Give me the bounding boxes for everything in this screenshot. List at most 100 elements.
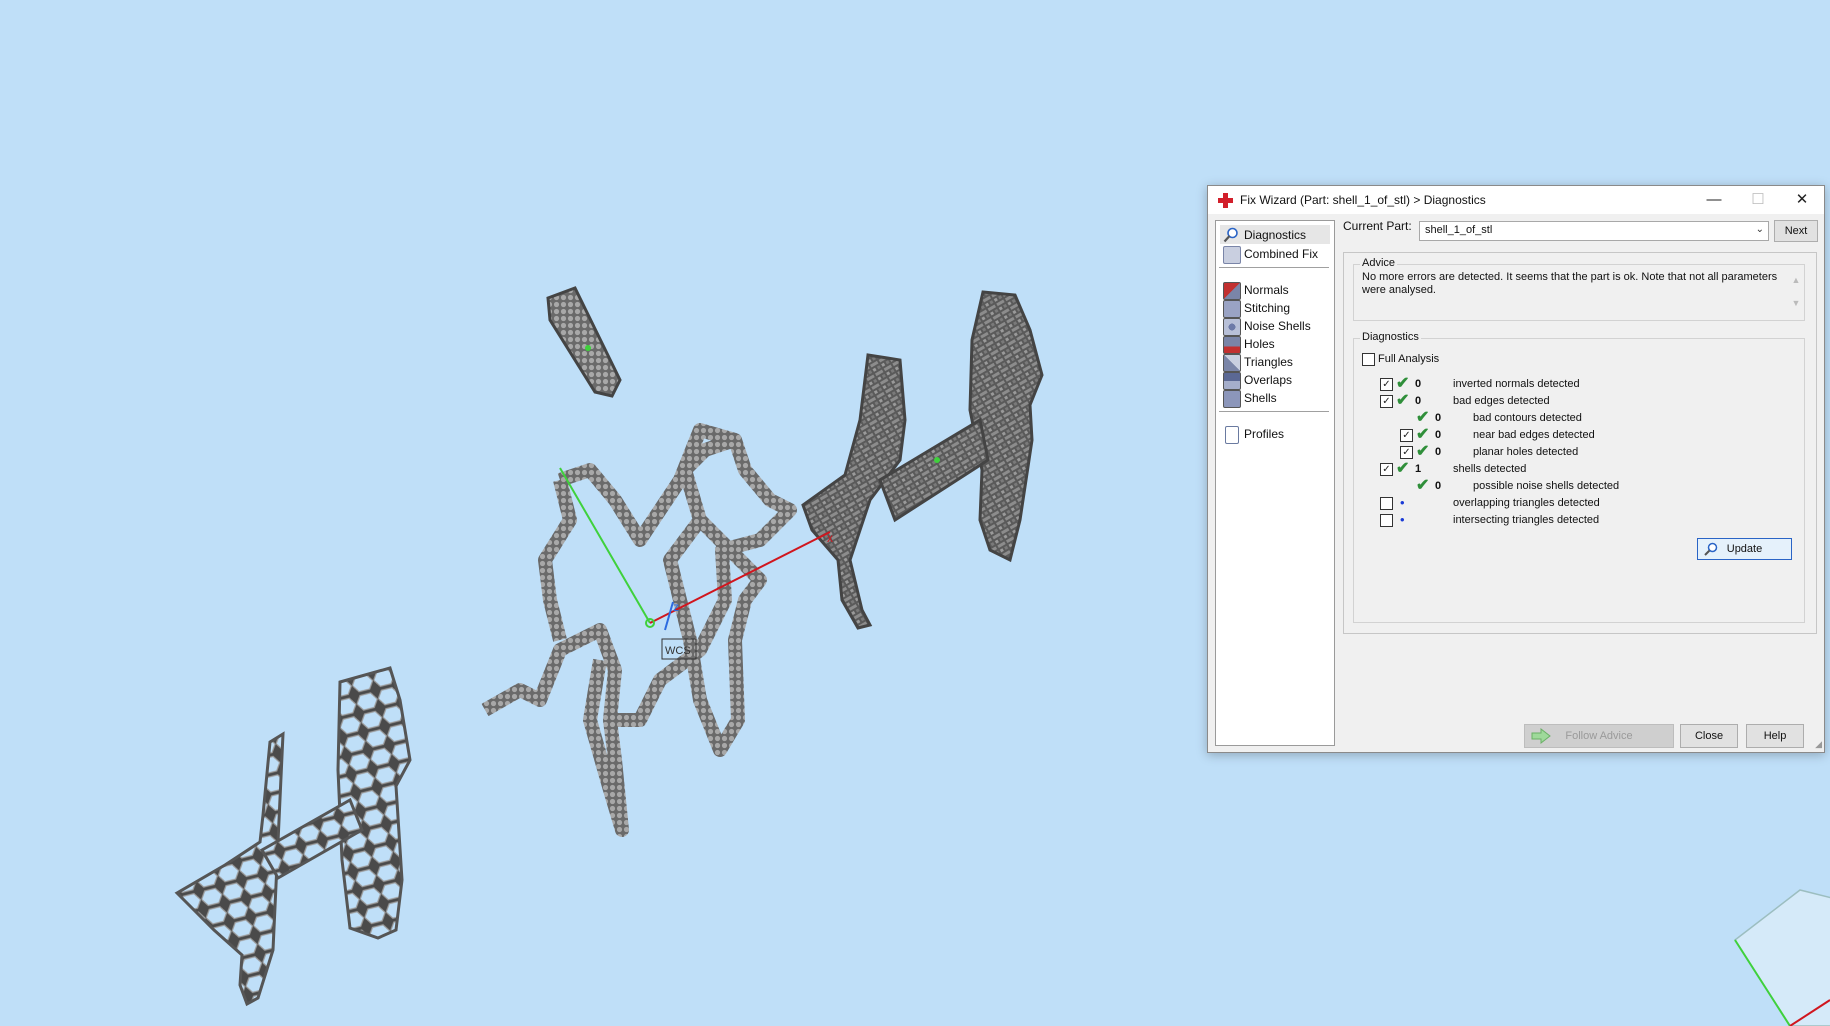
diag-row-bad-edges: ✓ ✔ 0 bad edges detected [1380, 392, 1800, 410]
diag-row-shells: ✓ ✔ 1 shells detected [1380, 460, 1800, 478]
arrow-right-icon [1531, 728, 1551, 744]
row-label: planar holes detected [1473, 446, 1579, 458]
diagnostics-title: Diagnostics [1360, 331, 1421, 343]
row-label: near bad edges detected [1473, 429, 1595, 441]
row-count: 0 [1435, 480, 1442, 492]
full-analysis-label: Full Analysis [1378, 353, 1440, 365]
next-button[interactable]: Next [1774, 220, 1818, 242]
ring-part[interactable] [546, 286, 622, 398]
diag-row-noise-shells: ✔ 0 possible noise shells detected [1380, 477, 1800, 495]
update-label: Update [1726, 543, 1763, 555]
row-checkbox[interactable] [1380, 497, 1393, 510]
nav-item-noise-shells[interactable]: Noise Shells [1220, 316, 1330, 336]
checkmark-icon: ✔ [1396, 460, 1410, 477]
row-label: shells detected [1453, 463, 1527, 475]
fix-wizard-dialog: Fix Wizard (Part: shell_1_of_stl) > Diag… [1207, 185, 1825, 753]
update-button[interactable]: Update [1697, 538, 1792, 560]
nav-item-holes[interactable]: Holes [1220, 334, 1330, 354]
row-count: 0 [1415, 395, 1422, 407]
wizard-nav: Diagnostics Combined Fix Normals Stitchi… [1215, 220, 1335, 746]
row-label: bad edges detected [1453, 395, 1550, 407]
follow-advice-label: Follow Advice [1565, 730, 1633, 742]
row-label: bad contours detected [1473, 412, 1582, 424]
nav-item-diagnostics[interactable]: Diagnostics [1220, 225, 1330, 244]
advice-scrollbar[interactable]: ▲ ▼ [1790, 269, 1802, 315]
diag-row-planar-holes: ✓ ✔ 0 planar holes detected [1380, 443, 1800, 461]
nav-label: Overlaps [1244, 373, 1293, 387]
current-part-select[interactable]: shell_1_of_stl ⌄ [1419, 221, 1769, 241]
diagnostics-group: Diagnostics Full Analysis ✓ ✔ 0 inverted… [1353, 331, 1805, 623]
nav-label: Normals [1244, 283, 1289, 297]
row-checkbox[interactable]: ✓ [1380, 378, 1393, 391]
magnifier-icon [1223, 227, 1239, 243]
nav-label: Shells [1244, 391, 1277, 405]
nav-label: Profiles [1244, 427, 1285, 441]
resize-grip-icon[interactable]: ◢ [1815, 739, 1822, 750]
help-button[interactable]: Help [1746, 724, 1804, 748]
close-window-button[interactable]: ✕ [1780, 186, 1824, 214]
row-label: inverted normals detected [1453, 378, 1580, 390]
row-label: overlapping triangles detected [1453, 497, 1600, 509]
diag-row-bad-contours: ✔ 0 bad contours detected [1380, 409, 1800, 427]
star-outline-part[interactable] [481, 423, 797, 837]
checkmark-icon: ✔ [1416, 477, 1430, 494]
hex-lattice-part[interactable] [174, 666, 412, 1007]
z-axis-label: z [673, 600, 679, 614]
chevron-down-icon: ⌄ [1755, 224, 1764, 235]
row-checkbox[interactable]: ✓ [1380, 463, 1393, 476]
pending-dot-icon: • [1400, 495, 1405, 510]
red-cross-icon [1218, 193, 1233, 208]
nav-label: Diagnostics [1244, 228, 1307, 242]
current-part-label: Current Part: [1343, 219, 1412, 233]
shells-cube-icon [1223, 390, 1241, 408]
nav-item-shells[interactable]: Shells [1220, 388, 1330, 408]
nav-separator [1219, 267, 1329, 268]
nav-separator [1219, 411, 1329, 412]
nav-item-profiles[interactable]: Profiles [1220, 424, 1330, 444]
diag-row-inverted-normals: ✓ ✔ 0 inverted normals detected [1380, 375, 1800, 393]
diag-row-near-bad-edges: ✓ ✔ 0 near bad edges detected [1380, 426, 1800, 444]
row-count: 0 [1435, 429, 1442, 441]
current-part-value: shell_1_of_stl [1425, 224, 1493, 236]
x-axis-label: x [827, 531, 833, 545]
nav-label: Holes [1244, 337, 1275, 351]
view-cube[interactable] [1733, 889, 1830, 1026]
nav-item-combined-fix[interactable]: Combined Fix [1220, 244, 1330, 264]
pending-dot-icon: • [1400, 512, 1405, 527]
nav-item-normals[interactable]: Normals [1220, 280, 1330, 300]
title-bar[interactable]: Fix Wizard (Part: shell_1_of_stl) > Diag… [1208, 186, 1824, 214]
cube-icon [1223, 246, 1241, 264]
diagnostics-panel: Advice No more errors are detected. It s… [1343, 252, 1817, 634]
close-button[interactable]: Close [1680, 724, 1738, 748]
nav-item-overlaps[interactable]: Overlaps [1220, 370, 1330, 390]
checkmark-icon: ✔ [1416, 443, 1430, 460]
nav-label: Combined Fix [1244, 247, 1319, 261]
row-count: 1 [1415, 463, 1422, 475]
nav-label: Noise Shells [1244, 319, 1311, 333]
follow-advice-button[interactable]: Follow Advice [1524, 724, 1674, 748]
full-analysis-checkbox[interactable] [1362, 353, 1375, 366]
row-count: 0 [1435, 412, 1442, 424]
nav-label: Stitching [1244, 301, 1291, 315]
diag-row-intersecting-triangles: • intersecting triangles detected [1380, 512, 1800, 529]
nav-label: Triangles [1244, 355, 1293, 369]
checkmark-icon: ✔ [1396, 392, 1410, 409]
full-analysis-option[interactable]: Full Analysis [1362, 351, 1782, 368]
advice-text: No more errors are detected. It seems th… [1362, 271, 1778, 296]
row-count: 0 [1415, 378, 1422, 390]
row-label: possible noise shells detected [1473, 480, 1620, 492]
nav-item-triangles[interactable]: Triangles [1220, 352, 1330, 372]
row-count: 0 [1435, 446, 1442, 458]
maximize-button[interactable]: ☐ [1736, 186, 1780, 214]
wcs-label: WCS [665, 645, 691, 657]
nav-item-stitching[interactable]: Stitching [1220, 298, 1330, 318]
advice-group: Advice No more errors are detected. It s… [1353, 257, 1805, 321]
row-checkbox[interactable]: ✓ [1400, 429, 1413, 442]
diag-row-overlapping-triangles: • overlapping triangles detected [1380, 495, 1800, 512]
row-checkbox[interactable] [1380, 514, 1393, 527]
minimize-button[interactable]: — [1692, 186, 1736, 214]
row-label: intersecting triangles detected [1453, 514, 1600, 526]
row-checkbox[interactable]: ✓ [1380, 395, 1393, 408]
document-icon [1225, 426, 1239, 444]
woven-lattice-part[interactable] [801, 290, 1044, 630]
